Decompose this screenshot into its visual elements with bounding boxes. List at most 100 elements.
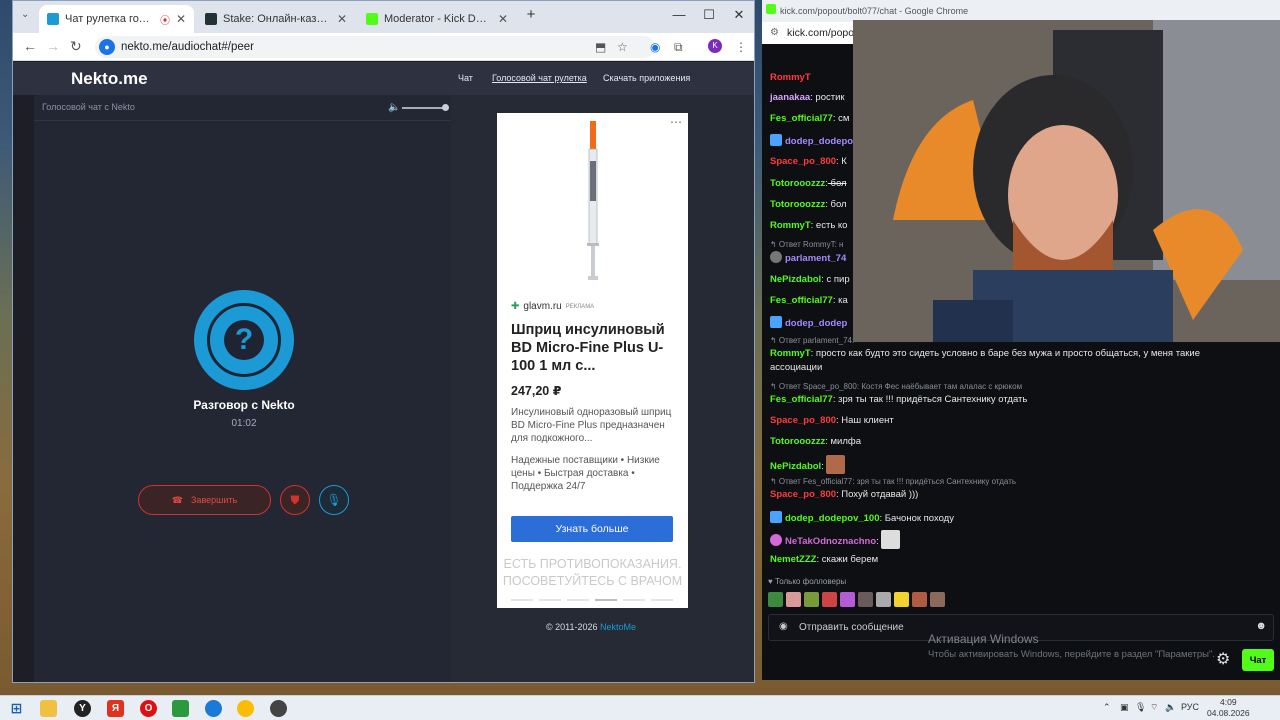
chat-username[interactable]: Fes_official77: [770, 394, 833, 405]
emote-icon[interactable]: [768, 592, 783, 607]
ad-learn-more-button[interactable]: Узнать больше: [511, 516, 673, 542]
emote-icon[interactable]: [912, 592, 927, 607]
ad-title[interactable]: Шприц инсулиновый BD Micro-Fine Plus U-1…: [511, 321, 676, 375]
chat-message: Totorooozzz: бол: [770, 178, 847, 189]
close-icon[interactable]: ✕: [498, 12, 508, 26]
volume-slider[interactable]: [402, 107, 446, 109]
url-field[interactable]: ● nekto.me/audiochat#/peer: [95, 36, 655, 58]
reply-reference[interactable]: ↰ Ответ RommyT: н: [770, 240, 843, 249]
site-settings-icon[interactable]: ⚙: [770, 27, 779, 38]
chat-username[interactable]: dodep_dodepov_100: [785, 513, 880, 524]
emote-icon[interactable]: [840, 592, 855, 607]
emote-icon[interactable]: [930, 592, 945, 607]
chat-settings-gear-icon[interactable]: ⚙: [1216, 649, 1230, 669]
back-icon[interactable]: ←: [23, 38, 37, 54]
menu-kebab-icon[interactable]: ⋮: [735, 40, 747, 54]
new-tab-button[interactable]: +: [517, 6, 545, 23]
close-icon[interactable]: ✕: [176, 12, 186, 26]
windows-start-icon[interactable]: ⊞: [8, 700, 25, 717]
emote-icon[interactable]: [858, 592, 873, 607]
bookmark-star-icon[interactable]: ☆: [617, 40, 628, 54]
mic-button[interactable]: 🎙: [319, 485, 349, 515]
puzzle-icon[interactable]: ⧉: [674, 40, 683, 55]
close-icon[interactable]: ✕: [337, 12, 347, 26]
tray-network-icon[interactable]: ▣: [1120, 702, 1129, 713]
chat-username[interactable]: Totorooozzz: [770, 178, 825, 189]
chat-username[interactable]: NeTakOdnoznachno: [785, 536, 876, 547]
file-explorer-icon[interactable]: [40, 700, 57, 717]
chat-username[interactable]: Totorooozzz: [770, 199, 825, 210]
emote-quickbar[interactable]: [768, 592, 945, 607]
emote-icon[interactable]: [786, 592, 801, 607]
emoji-picker-icon[interactable]: ☻: [1255, 620, 1267, 632]
chat-username[interactable]: Space_po_800: [770, 489, 836, 500]
tray-wifi-icon[interactable]: ⌔: [1150, 702, 1158, 713]
chrome-icon[interactable]: [237, 700, 254, 717]
chat-username[interactable]: Fes_official77: [770, 295, 833, 306]
yandex-browser-icon[interactable]: Y: [74, 700, 91, 717]
install-icon[interactable]: ⬒: [595, 40, 606, 54]
tray-overflow-icon[interactable]: ⌃: [1103, 702, 1111, 713]
emote-icon[interactable]: [894, 592, 909, 607]
chat-message: Space_po_800: К: [770, 156, 847, 167]
chat-username[interactable]: dodep_dodep: [785, 318, 847, 329]
chat-username[interactable]: RommyT: [770, 348, 811, 359]
forward-icon[interactable]: →: [46, 38, 60, 54]
chat-send-button[interactable]: Чат: [1242, 649, 1274, 671]
nav-download-link[interactable]: Скачать приложения: [603, 73, 690, 83]
minimize-button[interactable]: —: [665, 7, 693, 22]
chat-username[interactable]: Space_po_800: [770, 156, 836, 167]
chat-username[interactable]: Space_po_800: [770, 415, 836, 426]
chat-username[interactable]: NePizdabol: [770, 461, 821, 472]
maximize-button[interactable]: ☐: [695, 7, 723, 23]
tab-stake[interactable]: Stake: Онлайн-казино и ставк ✕: [197, 5, 355, 33]
site-logo[interactable]: Nekto.me: [71, 69, 148, 89]
emote-icon[interactable]: [876, 592, 891, 607]
chat-username[interactable]: parlament_74: [785, 253, 846, 264]
chat-url-text[interactable]: kick.com/popou: [787, 27, 860, 39]
tray-volume-icon[interactable]: 🔈: [1165, 702, 1176, 713]
chat-username[interactable]: NePizdabol: [770, 274, 821, 285]
chat-username[interactable]: Fes_official77: [770, 113, 833, 124]
tray-language[interactable]: РУС: [1181, 702, 1199, 712]
emote-icon[interactable]: [804, 592, 819, 607]
app-icon[interactable]: [172, 700, 189, 717]
reply-reference[interactable]: ↰ Ответ parlament_74:: [770, 336, 854, 345]
tab-search-icon[interactable]: ⌄: [21, 9, 29, 20]
emote-icon[interactable]: [822, 592, 837, 607]
reply-reference[interactable]: ↰ Ответ Fes_official77: зря ты так !!! п…: [770, 477, 1016, 486]
chat-username[interactable]: NemetZZZ: [770, 554, 816, 565]
nav-chat-link[interactable]: Чат: [458, 73, 473, 83]
chat-username[interactable]: dodep_dodepo: [785, 136, 853, 147]
chat-message: RommyT: просто как будто это сидеть усло…: [770, 348, 1200, 359]
volume-icon[interactable]: 🔈: [388, 102, 400, 113]
tab-kick[interactable]: Moderator - Kick Dashboard ✕: [358, 5, 516, 33]
ad-carousel-pager[interactable]: [511, 599, 673, 601]
microphone-icon: 🎙: [326, 493, 342, 507]
profile-avatar[interactable]: K: [708, 39, 722, 53]
chat-username[interactable]: jaanakaa: [770, 92, 810, 103]
opera-icon[interactable]: O: [140, 700, 157, 717]
tab-nekto[interactable]: Чат рулетка голосовая — ⦿ ✕: [39, 5, 194, 33]
yandex-icon[interactable]: Я: [107, 700, 124, 717]
shield-icon: ⛊: [290, 492, 300, 507]
copyright-link[interactable]: NektoMe: [600, 622, 636, 632]
ad-banner[interactable]: ⋯ ✚ glavm.ru РЕКЛАМА Шприц инсулиновый B…: [497, 113, 688, 608]
ad-source[interactable]: ✚ glavm.ru РЕКЛАМА: [511, 301, 594, 312]
nav-voice-chat-link[interactable]: Голосовой чат рулетка: [492, 73, 587, 83]
chat-username[interactable]: RommyT: [770, 220, 811, 231]
ad-menu-icon[interactable]: ⋯: [670, 115, 682, 129]
edge-icon[interactable]: [205, 700, 222, 717]
reply-reference[interactable]: ↰ Ответ Space_po_800: Костя Фес наёбывае…: [770, 382, 1022, 391]
close-window-button[interactable]: ✕: [725, 7, 753, 23]
tray-mic-icon[interactable]: 🎙: [1135, 702, 1146, 713]
chat-username[interactable]: Totorooozzz: [770, 436, 825, 447]
reload-icon[interactable]: ↻: [70, 38, 82, 55]
extension-icon[interactable]: ◉: [650, 40, 660, 54]
volume-knob[interactable]: [442, 104, 449, 111]
report-shield-button[interactable]: ⛊: [280, 485, 310, 515]
tab-label: Чат рулетка голосовая —: [65, 13, 154, 25]
end-call-button[interactable]: ☎ Завершить: [138, 485, 271, 515]
tray-clock[interactable]: 4:09 04.08.2026: [1207, 697, 1250, 719]
obs-icon[interactable]: [270, 700, 287, 717]
